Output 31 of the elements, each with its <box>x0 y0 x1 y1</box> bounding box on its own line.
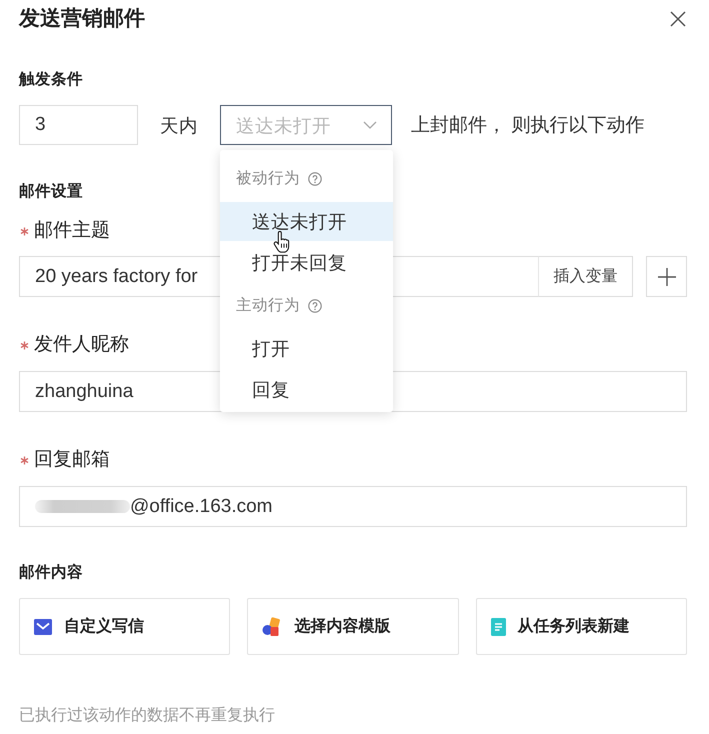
chevron-down-icon <box>363 121 377 129</box>
content-option-card[interactable]: 自定义写信 <box>19 598 230 655</box>
group-label: 被动行为 <box>236 169 300 189</box>
hand-cursor-icon <box>273 231 290 253</box>
field-label: 发件人昵称 <box>34 334 129 356</box>
insert-variable-button[interactable]: 插入变量 <box>538 256 633 297</box>
footer-note: 已执行过该动作的数据不再重复执行 <box>19 706 276 726</box>
help-icon[interactable] <box>308 298 322 312</box>
content-option-card[interactable]: 从任务列表新建 <box>476 598 687 655</box>
field-label: 回复邮箱 <box>34 449 110 471</box>
days-label: 天内 <box>160 114 198 138</box>
document-icon <box>490 618 506 636</box>
content-option-card[interactable]: 选择内容模版 <box>247 598 459 655</box>
help-icon[interactable] <box>308 172 322 186</box>
condition-text: 上封邮件， 则执行以下动作 <box>411 114 644 138</box>
dropdown-option[interactable]: 打开未回复 <box>220 243 393 282</box>
group-label: 主动行为 <box>236 296 300 316</box>
dropdown-option[interactable]: 打开 <box>220 329 393 368</box>
section-heading: 邮件设置 <box>19 182 84 202</box>
shapes-icon <box>262 616 282 636</box>
envelope-icon <box>34 618 52 634</box>
dialog-title: 发送营销邮件 <box>19 6 145 32</box>
section-heading: 邮件内容 <box>19 563 84 583</box>
dropdown-option[interactable]: 回复 <box>220 370 393 409</box>
add-button[interactable] <box>646 256 687 297</box>
field-label: 邮件主题 <box>34 220 110 242</box>
days-input[interactable]: 3 <box>19 105 138 145</box>
plus-icon <box>658 268 676 286</box>
text-input[interactable]: @office.163.com <box>19 486 687 527</box>
close-icon[interactable] <box>670 11 686 27</box>
section-heading: 触发条件 <box>19 70 84 90</box>
